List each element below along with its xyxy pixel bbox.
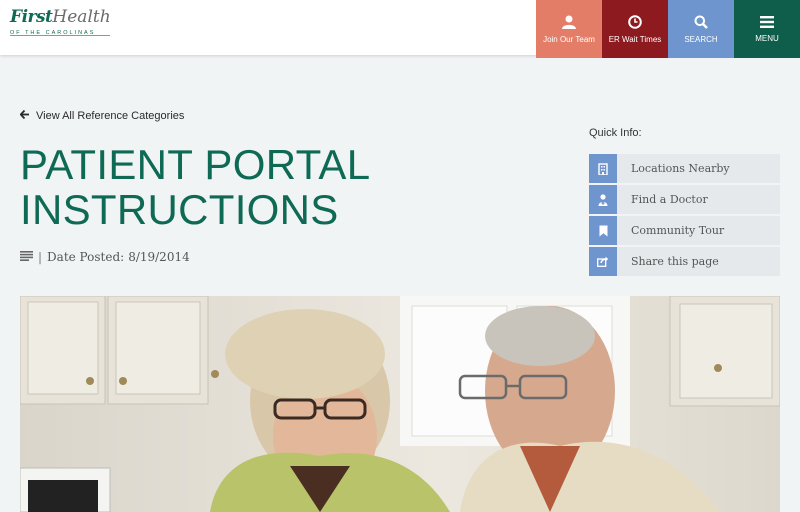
doctor-icon (589, 185, 617, 214)
meta-separator: | (38, 250, 43, 264)
search-icon (694, 15, 708, 29)
menu-icon (760, 15, 774, 28)
arrow-left-icon (19, 109, 29, 122)
quick-info-item-community-tour[interactable]: Community Tour (589, 216, 780, 245)
bookmark-icon (589, 216, 617, 245)
firsthealth-logo[interactable]: FirstHealth OF THE CAROLINAS (10, 8, 120, 42)
quick-info-list: Locations Nearby Find a Doctor Community… (589, 154, 780, 278)
share-icon (589, 247, 617, 276)
join-our-team-label: Join Our Team (543, 34, 595, 44)
menu-button[interactable]: MENU (734, 0, 800, 58)
date-posted-value: 8/19/2014 (128, 250, 190, 264)
page-title: PATIENT PORTAL INSTRUCTIONS (20, 142, 440, 232)
date-posted-label: Date Posted: (47, 250, 125, 264)
quick-info-title: Quick Info: (589, 127, 642, 139)
article-hero-image (20, 296, 780, 512)
post-meta: | Date Posted: 8/19/2014 (20, 250, 190, 264)
lines-icon (20, 250, 33, 264)
search-button[interactable]: SEARCH (668, 0, 734, 58)
page-title-line-2: INSTRUCTIONS (20, 186, 339, 233)
search-label: SEARCH (684, 34, 718, 44)
quick-info-item-locations-nearby[interactable]: Locations Nearby (589, 154, 780, 183)
person-icon (561, 15, 577, 29)
logo-health-text: Health (52, 7, 111, 27)
menu-label: MENU (755, 33, 779, 43)
header-nav: Join Our Team ER Wait Times SEARCH MENU (536, 0, 800, 58)
er-wait-times-label: ER Wait Times (608, 34, 662, 44)
quick-info-item-share-this-page[interactable]: Share this page (589, 247, 780, 276)
quick-info-label: Find a Doctor (631, 193, 708, 206)
clock-icon (628, 14, 642, 29)
logo-rule (10, 35, 110, 36)
join-our-team-button[interactable]: Join Our Team (536, 0, 602, 58)
back-to-categories-link[interactable]: View All Reference Categories (19, 109, 185, 122)
quick-info-label: Community Tour (631, 224, 725, 237)
back-link-label: View All Reference Categories (36, 110, 185, 122)
page-title-line-1: PATIENT PORTAL (20, 141, 371, 188)
er-wait-times-button[interactable]: ER Wait Times (602, 0, 668, 58)
quick-info-label: Locations Nearby (631, 162, 730, 175)
quick-info-label: Share this page (631, 255, 719, 268)
logo-first-text: First (10, 7, 53, 27)
quick-info-item-find-a-doctor[interactable]: Find a Doctor (589, 185, 780, 214)
building-icon (589, 154, 617, 183)
